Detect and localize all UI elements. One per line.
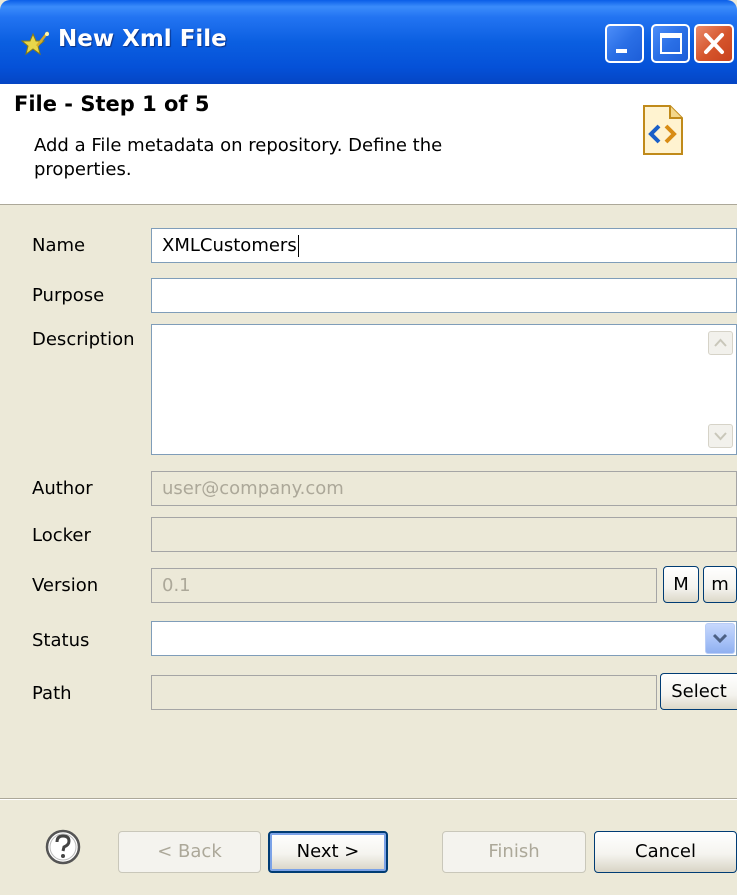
wizard-header: File - Step 1 of 5 Add a File metadata o… bbox=[0, 84, 737, 205]
purpose-label: Purpose bbox=[32, 285, 105, 306]
name-input[interactable]: XMLCustomers bbox=[151, 228, 737, 263]
chevron-up-icon bbox=[714, 338, 727, 347]
name-value: XMLCustomers bbox=[162, 235, 297, 256]
author-input: user@company.com bbox=[151, 471, 737, 506]
description-textarea[interactable] bbox=[151, 324, 737, 455]
text-caret bbox=[297, 235, 299, 257]
major-version-button[interactable]: M bbox=[663, 566, 699, 603]
select-path-button[interactable]: Select bbox=[660, 673, 737, 710]
scroll-down-button[interactable] bbox=[708, 424, 733, 448]
back-button[interactable]: < Back bbox=[118, 831, 261, 873]
version-input: 0.1 bbox=[151, 568, 657, 603]
status-select[interactable] bbox=[151, 621, 737, 656]
window-title: New Xml File bbox=[58, 26, 227, 52]
chevron-down-icon bbox=[714, 432, 727, 441]
path-input bbox=[151, 675, 657, 710]
author-label: Author bbox=[32, 478, 93, 499]
chevron-down-icon bbox=[712, 633, 728, 644]
minimize-button[interactable] bbox=[605, 24, 644, 63]
status-label: Status bbox=[32, 630, 90, 651]
path-label: Path bbox=[32, 683, 72, 704]
next-button[interactable]: Next > bbox=[268, 831, 388, 873]
wizard-star-icon bbox=[20, 31, 49, 56]
status-dropdown-button[interactable] bbox=[705, 623, 735, 654]
close-icon bbox=[704, 33, 724, 54]
help-icon[interactable] bbox=[44, 828, 82, 866]
step-description: Add a File metadata on repository. Defin… bbox=[34, 135, 443, 180]
purpose-input[interactable] bbox=[151, 278, 737, 313]
title-bar[interactable]: New Xml File bbox=[0, 0, 737, 84]
name-label: Name bbox=[32, 235, 86, 256]
cancel-button[interactable]: Cancel bbox=[594, 831, 737, 873]
maximize-icon bbox=[660, 33, 682, 54]
finish-button[interactable]: Finish bbox=[442, 831, 586, 873]
minimize-icon bbox=[616, 49, 627, 53]
step-title: File - Step 1 of 5 bbox=[14, 92, 210, 116]
locker-label: Locker bbox=[32, 525, 91, 546]
locker-input bbox=[151, 517, 737, 552]
description-label: Description bbox=[32, 329, 135, 350]
minor-version-button[interactable]: m bbox=[703, 566, 737, 603]
xml-file-icon bbox=[643, 105, 683, 155]
description-scrollbar[interactable] bbox=[706, 325, 736, 454]
version-label: Version bbox=[32, 575, 99, 596]
close-button[interactable] bbox=[694, 24, 734, 63]
scroll-up-button[interactable] bbox=[708, 331, 733, 355]
maximize-button[interactable] bbox=[651, 24, 690, 63]
